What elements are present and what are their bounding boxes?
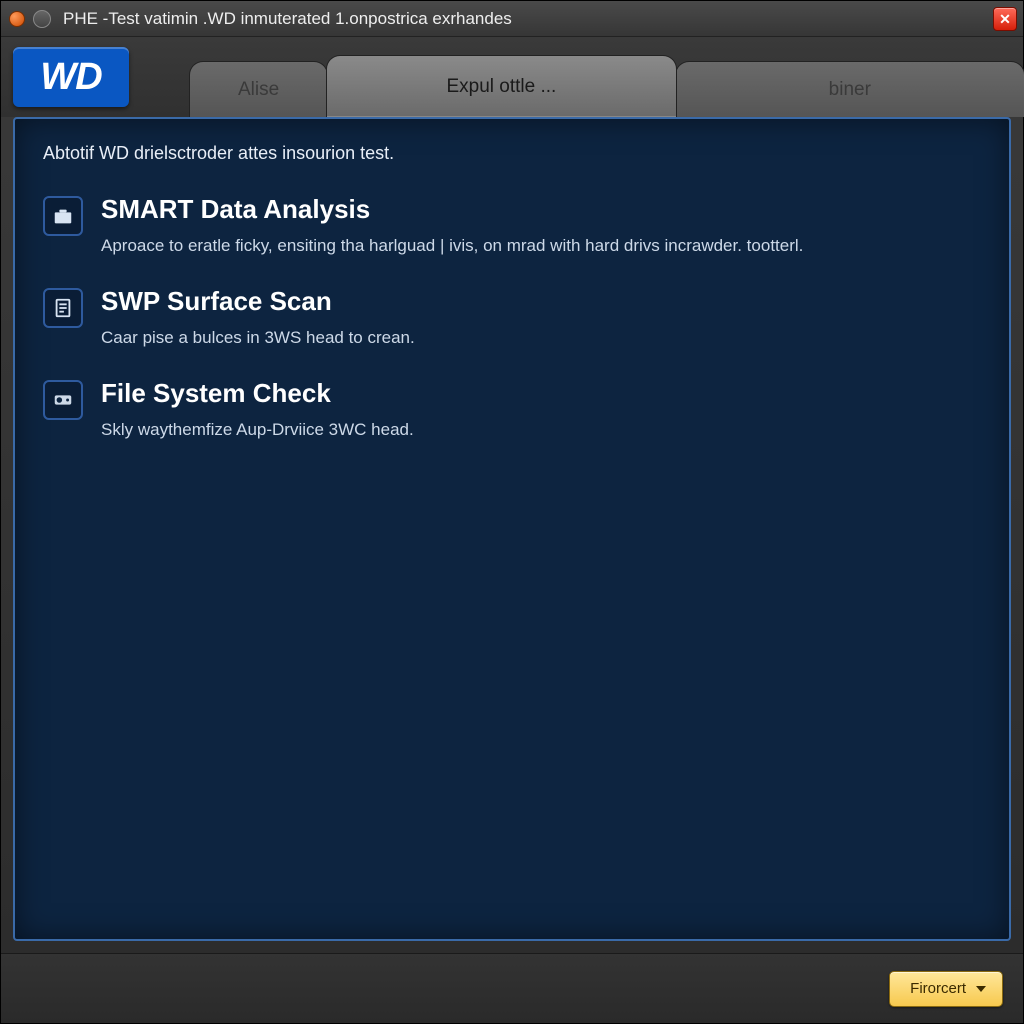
document-icon — [43, 288, 83, 328]
option-title: SMART Data Analysis — [101, 194, 981, 225]
window-title: PHE -Test vatimin .WD inmuterated 1.onpo… — [63, 9, 512, 29]
option-body: SMART Data Analysis Aproace to eratle fi… — [101, 194, 981, 258]
option-file-system-check[interactable]: File System Check Skly waythemfize Aup-D… — [43, 378, 981, 442]
tab-bar: Alise Expul ottle ... biner — [189, 37, 1023, 117]
titlebar[interactable]: PHE -Test vatimin .WD inmuterated 1.onpo… — [1, 1, 1023, 37]
logo-text: WD — [40, 56, 101, 99]
briefcase-icon — [43, 196, 83, 236]
tab-biner[interactable]: biner — [675, 61, 1024, 117]
tab-expul-ottle[interactable]: Expul ottle ... — [326, 55, 676, 117]
intro-text: Abtotif WD drielsctroder attes insourion… — [43, 143, 981, 164]
close-icon: ✕ — [999, 11, 1011, 28]
drive-icon — [43, 380, 83, 420]
option-body: File System Check Skly waythemfize Aup-D… — [101, 378, 981, 442]
option-swp-surface-scan[interactable]: SWP Surface Scan Caar pise a bulces in 3… — [43, 286, 981, 350]
header: WD Alise Expul ottle ... biner — [1, 37, 1023, 117]
firorcert-button[interactable]: Firorcert — [889, 971, 1003, 1007]
option-desc: Aproace to eratle ficky, ensiting tha ha… — [101, 235, 981, 258]
option-desc: Skly waythemfize Aup-Drviice 3WC head. — [101, 419, 981, 442]
window-control-minimize[interactable] — [33, 10, 51, 28]
tab-label: biner — [829, 79, 871, 101]
option-title: SWP Surface Scan — [101, 286, 981, 317]
content-panel: Abtotif WD drielsctroder attes insourion… — [13, 117, 1011, 941]
window-control-close-dot[interactable] — [9, 11, 25, 27]
tab-label: Expul ottle ... — [446, 76, 556, 98]
option-desc: Caar pise a bulces in 3WS head to crean. — [101, 327, 981, 350]
option-body: SWP Surface Scan Caar pise a bulces in 3… — [101, 286, 981, 350]
button-label: Firorcert — [910, 980, 966, 997]
tab-label: Alise — [238, 79, 279, 101]
option-smart-data-analysis[interactable]: SMART Data Analysis Aproace to eratle fi… — [43, 194, 981, 258]
tab-alise[interactable]: Alise — [189, 61, 328, 117]
footer: Firorcert — [1, 953, 1023, 1023]
close-button[interactable]: ✕ — [993, 7, 1017, 31]
option-title: File System Check — [101, 378, 981, 409]
app-window: PHE -Test vatimin .WD inmuterated 1.onpo… — [0, 0, 1024, 1024]
chevron-down-icon — [976, 986, 986, 992]
wd-logo: WD — [13, 47, 129, 107]
